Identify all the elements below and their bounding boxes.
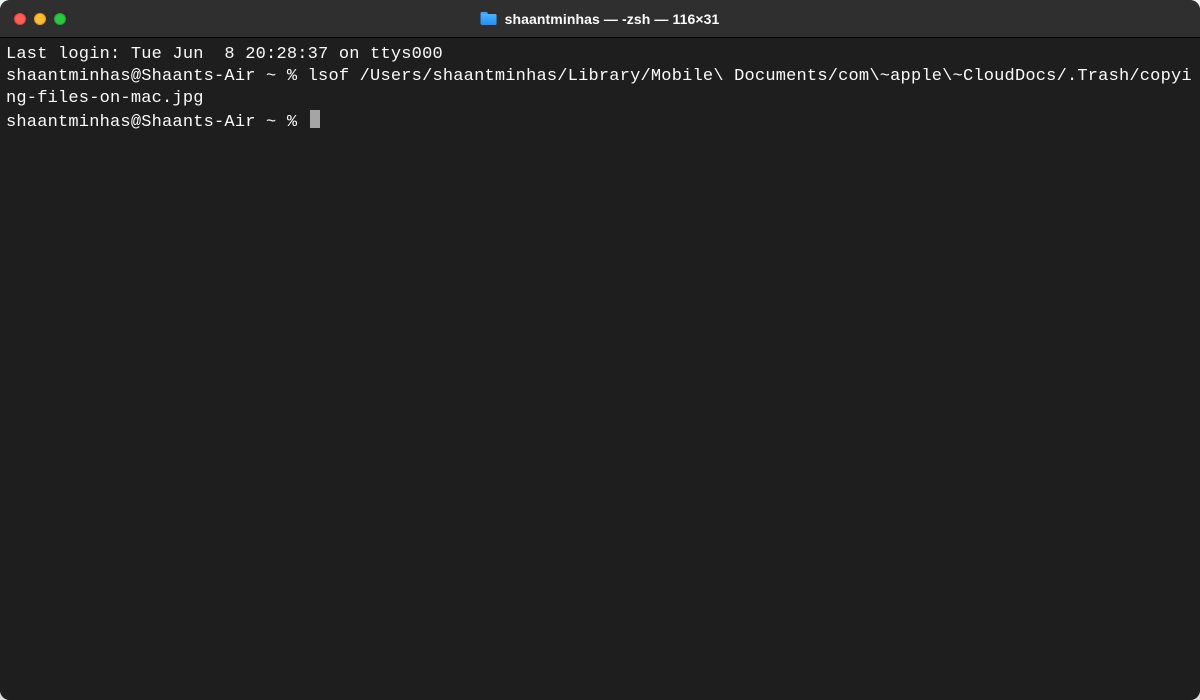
terminal-body[interactable]: Last login: Tue Jun 8 20:28:37 on ttys00… [0,38,1200,700]
terminal-line: shaantminhas@Shaants-Air ~ % lsof /Users… [6,66,1194,110]
maximize-icon[interactable] [54,13,66,25]
close-icon[interactable] [14,13,26,25]
terminal-line: Last login: Tue Jun 8 20:28:37 on ttys00… [6,44,1194,66]
window-title-group: shaantminhas — -zsh — 116×31 [481,11,720,27]
window-controls [0,13,66,25]
cursor-icon [310,110,320,128]
terminal-prompt: shaantminhas@Shaants-Air ~ % [6,113,308,132]
terminal-window: shaantminhas — -zsh — 116×31 Last login:… [0,0,1200,700]
titlebar[interactable]: shaantminhas — -zsh — 116×31 [0,0,1200,38]
folder-icon [481,12,497,25]
minimize-icon[interactable] [34,13,46,25]
window-title: shaantminhas — -zsh — 116×31 [505,11,720,27]
